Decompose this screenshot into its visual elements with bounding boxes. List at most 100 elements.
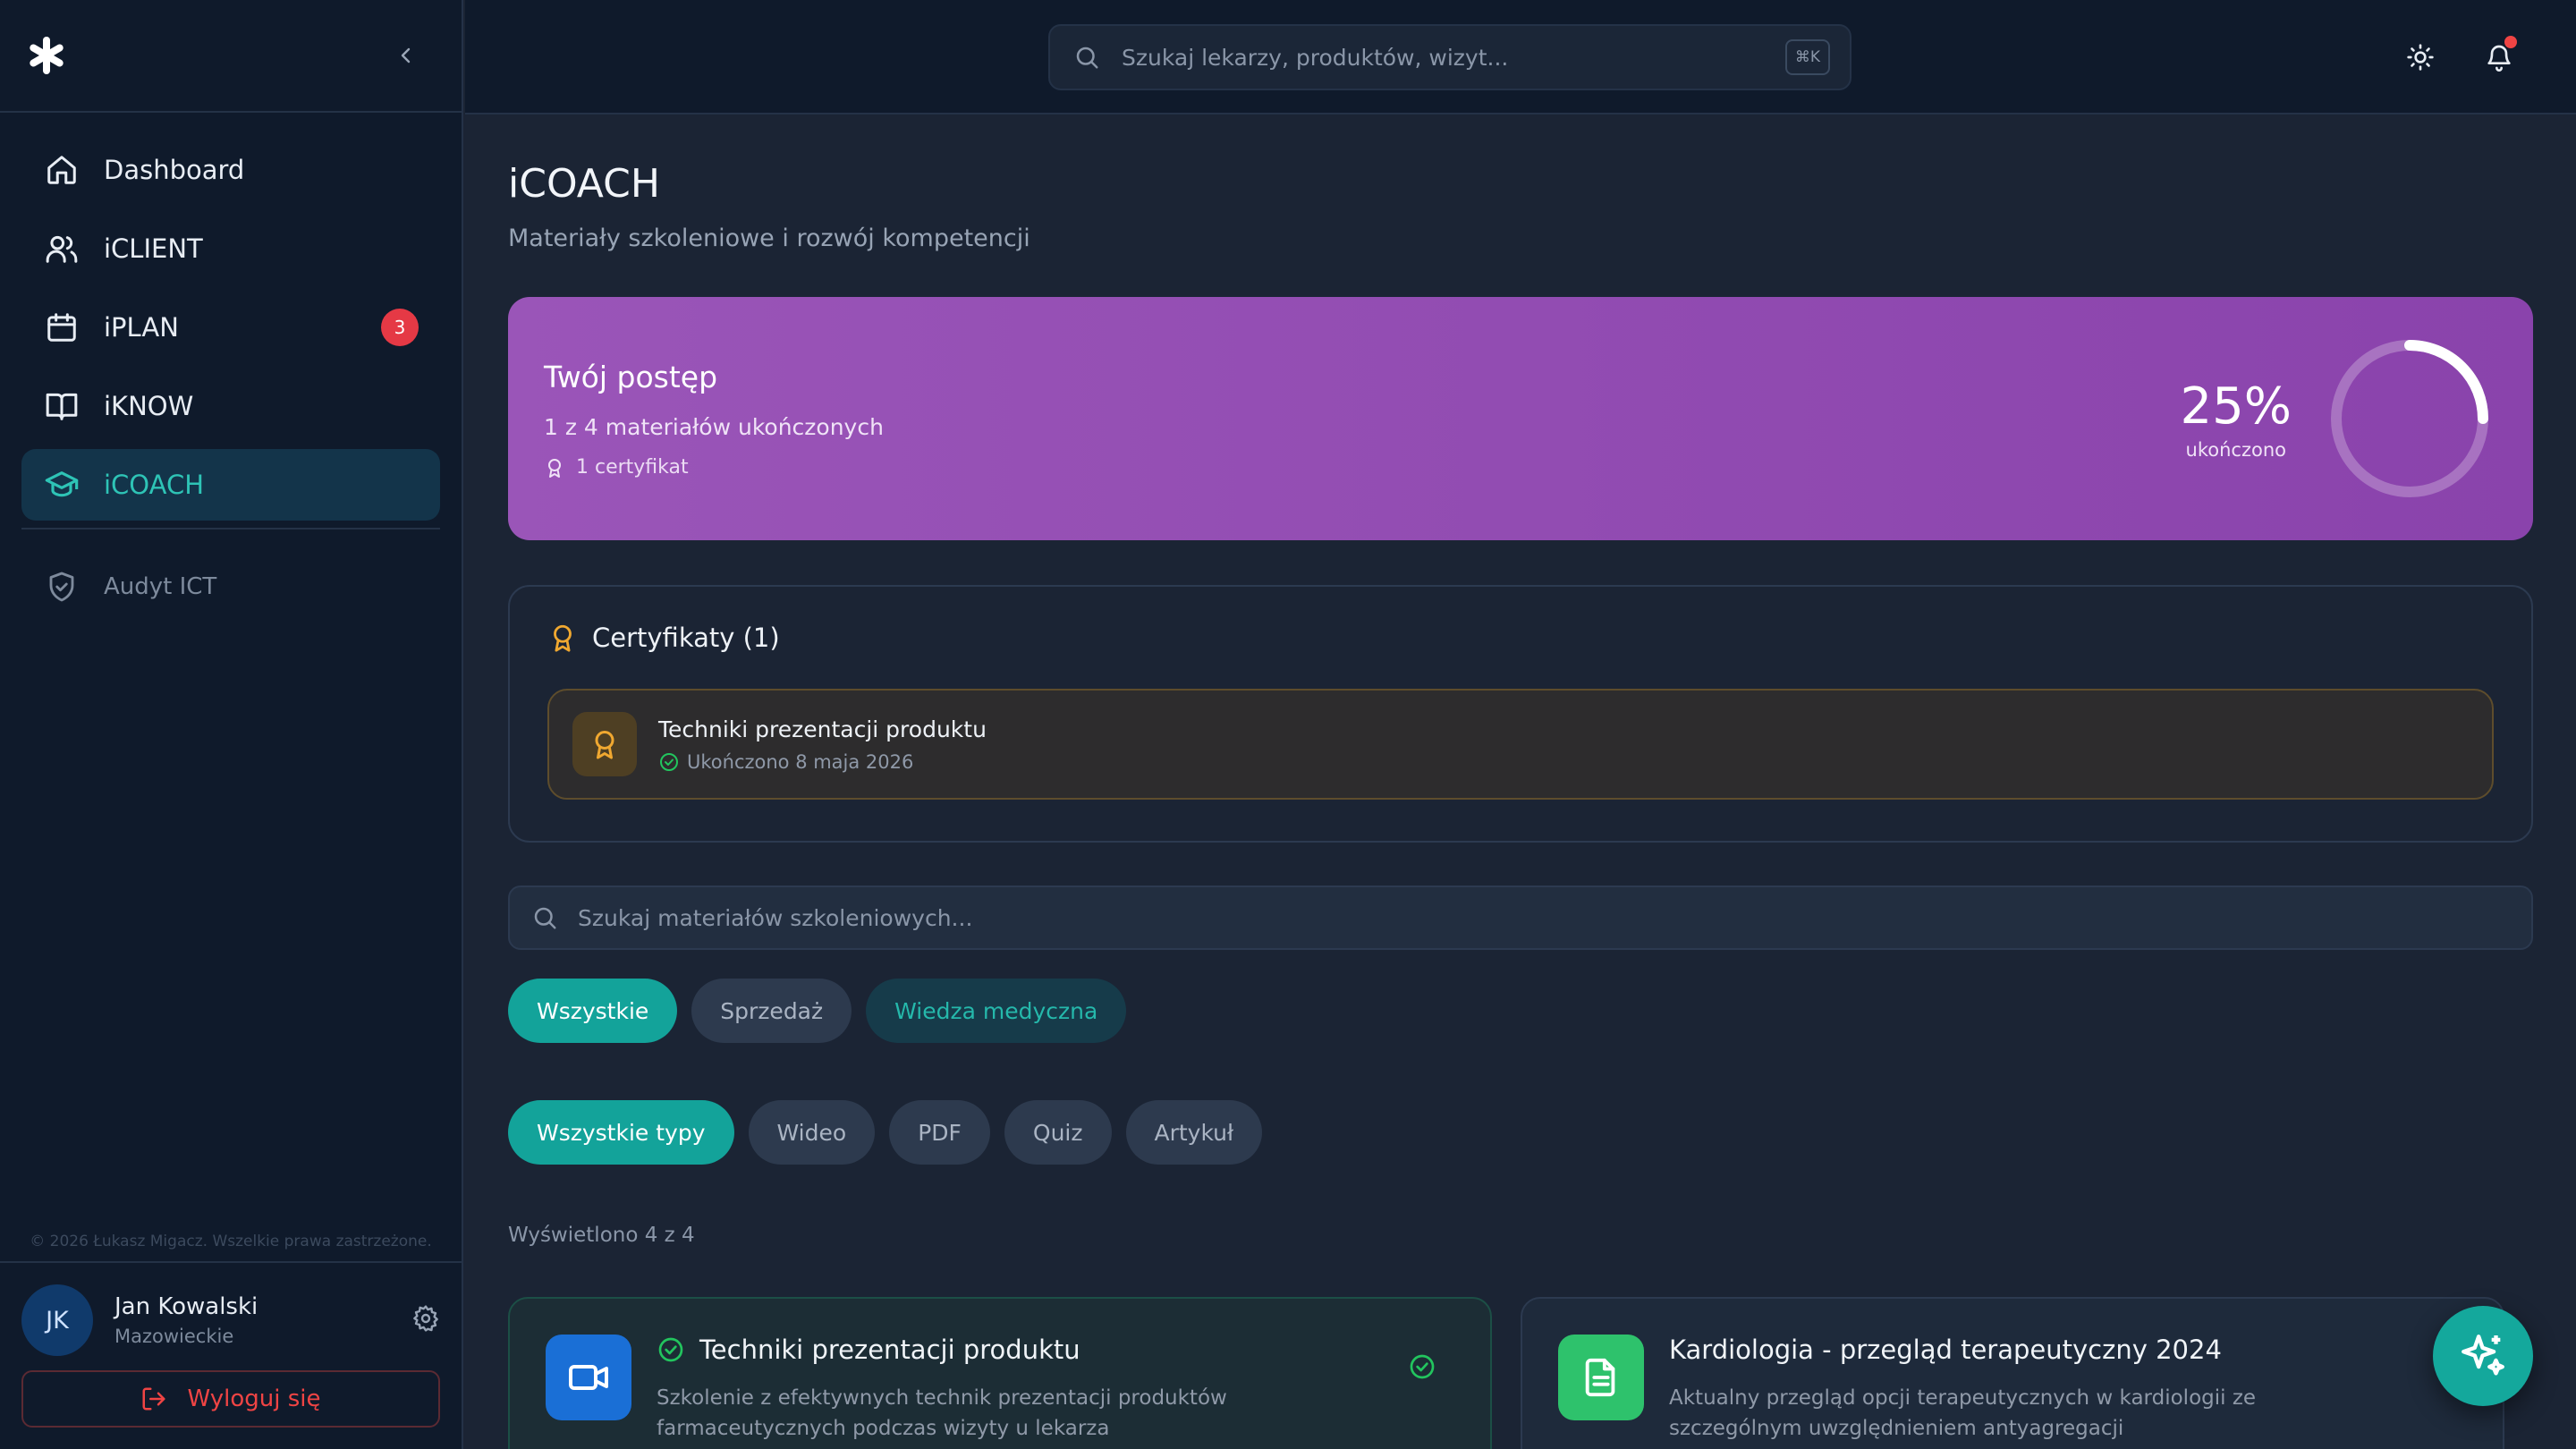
theme-toggle-button[interactable]: [2402, 39, 2438, 75]
progress-card: Twój postęp 1 z 4 materiałów ukończonych…: [508, 297, 2533, 540]
sidebar-item-dashboard[interactable]: Dashboard: [21, 134, 440, 206]
progress-percent-value: 25%: [2180, 377, 2292, 436]
video-icon: [569, 1365, 608, 1390]
settings-gear-icon[interactable]: [411, 1304, 440, 1336]
sidebar-item-label: Audyt ICT: [104, 573, 217, 600]
notification-count-badge: 3: [381, 309, 419, 346]
top-bar: Szukaj lekarzy, produktów, wizyt... ⌘K: [465, 0, 2576, 114]
user-details: Jan Kowalski Mazowieckie: [114, 1293, 411, 1347]
global-search-input[interactable]: Szukaj lekarzy, produktów, wizyt... ⌘K: [1048, 24, 1852, 90]
copyright-text: © 2026 Łukasz Migacz. Wszelkie prawa zas…: [30, 1233, 432, 1250]
avatar[interactable]: JK: [21, 1284, 93, 1356]
user-info: JK Jan Kowalski Mazowieckie: [21, 1284, 440, 1356]
user-region: Mazowieckie: [114, 1326, 234, 1347]
document-icon: [1585, 1358, 1615, 1397]
material-title-row: Kardiologia - przegląd terapeutyczny 202…: [1669, 1335, 2385, 1365]
sidebar-item-label: iCLIENT: [104, 233, 203, 264]
book-icon: [43, 387, 80, 425]
filter-chip-all[interactable]: Wszystkie: [508, 979, 678, 1043]
page-subtitle: Materiały szkoleniowe i rozwój kompetenc…: [508, 225, 1030, 252]
certificate-date-row: Ukończono 8 maja 2026: [658, 751, 987, 773]
shield-check-icon: [43, 568, 80, 606]
notifications-button[interactable]: [2481, 36, 2517, 75]
sidebar-item-label: iPLAN: [104, 312, 179, 343]
type-chip-video[interactable]: Wideo: [748, 1100, 876, 1165]
sidebar-item-label: Dashboard: [104, 155, 245, 185]
main-content: iCOACH Materiały szkoleniowe i rozwój ko…: [508, 114, 2533, 1449]
users-icon: [43, 230, 80, 267]
award-icon: [548, 458, 561, 478]
check-circle-icon: [658, 1337, 683, 1362]
sidebar-item-label: iCOACH: [104, 470, 205, 500]
certificate-date: Ukończono 8 maja 2026: [687, 750, 914, 773]
logout-label: Wyloguj się: [187, 1385, 321, 1412]
collapse-sidebar-button[interactable]: [395, 45, 417, 66]
logout-icon: [142, 1387, 165, 1411]
progress-certificates-label: 1 certyfikat: [576, 456, 689, 479]
material-card[interactable]: Techniki prezentacji produktu Szkolenie …: [508, 1297, 1492, 1449]
user-name: Jan Kowalski: [114, 1293, 258, 1320]
material-title: Techniki prezentacji produktu: [699, 1335, 1080, 1365]
type-chip-quiz[interactable]: Quiz: [1004, 1100, 1112, 1165]
material-description: Szkolenie z efektywnych technik prezenta…: [657, 1386, 1227, 1440]
certificate-info: Techniki prezentacji produktu Ukończono …: [658, 716, 987, 773]
material-type-badge: [546, 1335, 631, 1420]
sidebar-item-icoach[interactable]: iCOACH: [21, 449, 440, 521]
sparkles-icon: [2462, 1335, 2504, 1376]
certificate-name: Techniki prezentacji produktu: [658, 716, 987, 742]
certificate-badge: [572, 712, 637, 776]
search-icon: [1076, 47, 1098, 69]
materials-grid: Techniki prezentacji produktu Szkolenie …: [508, 1297, 2533, 1449]
check-circle-icon: [660, 752, 678, 771]
logo-icon[interactable]: [27, 36, 66, 75]
nav-divider: [21, 528, 440, 530]
sun-icon: [2407, 44, 2434, 71]
sidebar-item-audyt-ict[interactable]: Audyt ICT: [21, 555, 440, 619]
sidebar-item-iclient[interactable]: iCLIENT: [21, 213, 440, 284]
certificates-section: Certyfikaty (1) Techniki prezentacji pro…: [508, 585, 2533, 843]
completed-check-icon: [1408, 1352, 1436, 1385]
chevron-left-icon: [401, 47, 411, 64]
progress-percent-caption: ukończono: [2185, 438, 2286, 461]
logout-button[interactable]: Wyloguj się: [21, 1370, 440, 1428]
ai-assistant-button[interactable]: [2433, 1306, 2533, 1406]
material-body: Techniki prezentacji produktu Szkolenie …: [657, 1335, 1372, 1449]
certificates-title: Certyfikaty (1): [592, 623, 780, 653]
materials-search-input[interactable]: Szukaj materiałów szkoleniowych...: [508, 886, 2533, 950]
type-filters: Wszystkie typy Wideo PDF Quiz Artykuł: [508, 1100, 2533, 1165]
progress-percent: 25% ukończono: [2181, 377, 2292, 461]
category-filters: Wszystkie Sprzedaż Wiedza medyczna: [508, 979, 2533, 1043]
award-icon: [595, 731, 614, 759]
search-icon: [534, 907, 556, 929]
sidebar-item-iplan[interactable]: iPLAN 3: [21, 292, 440, 363]
filter-chip-sales[interactable]: Sprzedaż: [691, 979, 852, 1043]
type-chip-article[interactable]: Artykuł: [1125, 1100, 1263, 1165]
certificates-header: Certyfikaty (1): [547, 623, 2494, 653]
global-search-placeholder: Szukaj lekarzy, produktów, wizyt...: [1122, 44, 1509, 71]
sidebar-header: [0, 0, 462, 113]
materials-search-placeholder: Szukaj materiałów szkoleniowych...: [578, 904, 973, 931]
type-chip-all[interactable]: Wszystkie typy: [508, 1100, 734, 1165]
award-icon: [554, 624, 572, 652]
sidebar-nav: Dashboard iCLIENT iPLAN 3 iKNOW iCOACH A…: [0, 113, 462, 619]
user-panel: JK Jan Kowalski Mazowieckie Wyloguj się: [0, 1261, 462, 1428]
keyboard-shortcut-badge: ⌘K: [1785, 39, 1830, 75]
sidebar-item-iknow[interactable]: iKNOW: [21, 370, 440, 442]
material-body: Kardiologia - przegląd terapeutyczny 202…: [1669, 1335, 2385, 1449]
material-description: Aktualny przegląd opcji terapeutycznych …: [1669, 1386, 2257, 1440]
material-card[interactable]: Kardiologia - przegląd terapeutyczny 202…: [1521, 1297, 2504, 1449]
graduation-cap-icon: [43, 466, 80, 504]
page-title: iCOACH: [508, 161, 660, 207]
certificate-item[interactable]: Techniki prezentacji produktu Ukończono …: [547, 689, 2494, 800]
type-chip-pdf[interactable]: PDF: [889, 1100, 990, 1165]
material-title-row: Techniki prezentacji produktu: [657, 1335, 1372, 1365]
progress-indicator: 25% ukończono: [2181, 336, 2492, 501]
progress-ring: [2331, 340, 2488, 497]
material-type-badge: [1558, 1335, 1644, 1420]
filter-chip-medical[interactable]: Wiedza medyczna: [866, 979, 1127, 1043]
material-title: Kardiologia - przegląd terapeutyczny 202…: [1669, 1335, 2222, 1365]
results-count: Wyświetlono 4 z 4: [508, 1224, 695, 1247]
home-icon: [43, 151, 80, 189]
sidebar: Dashboard iCLIENT iPLAN 3 iKNOW iCOACH A…: [0, 0, 463, 1449]
notification-dot: [2504, 36, 2517, 48]
